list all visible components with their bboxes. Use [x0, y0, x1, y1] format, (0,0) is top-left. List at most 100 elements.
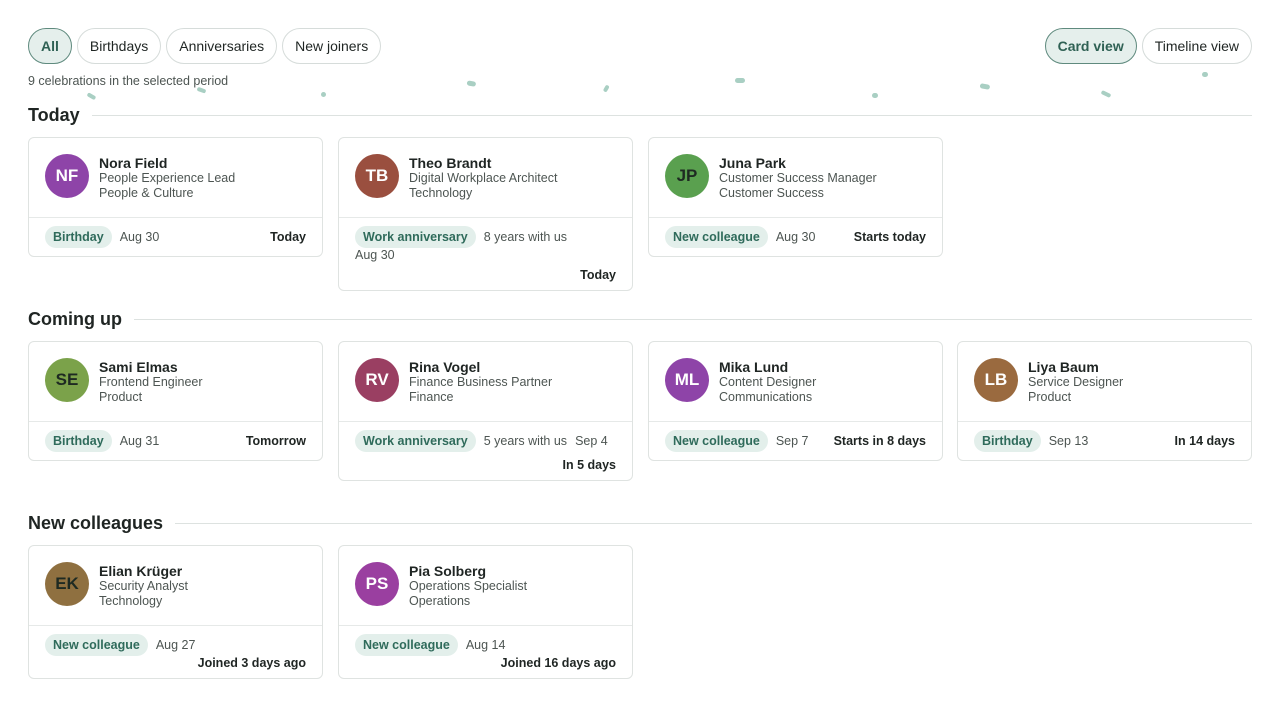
- relative-time: Today: [580, 268, 616, 282]
- section-header-new-colleagues: New colleagues: [28, 511, 1252, 535]
- celebration-date: Aug 14: [465, 638, 506, 652]
- person-info: Juna Park Customer Success Manager Custome…: [719, 154, 877, 217]
- filter-new-joiners[interactable]: New joiners: [282, 28, 382, 64]
- section-header-today: Today: [28, 103, 1252, 127]
- confetti-piece: [87, 93, 96, 100]
- card-view-button[interactable]: Card view: [1044, 28, 1137, 64]
- person-name: Liya Baum: [1028, 359, 1099, 375]
- person-info: Theo Brandt Digital Workplace Architect Te…: [409, 154, 557, 217]
- timeline-view-button[interactable]: Timeline view: [1141, 28, 1252, 64]
- person-department: People & Culture: [99, 186, 194, 200]
- card-header: EK Elian Krüger Security Analyst Technology: [29, 546, 322, 626]
- confetti-piece: [1101, 90, 1111, 98]
- celebration-date: Aug 30: [775, 230, 816, 244]
- card-footer: Birthday Sep 13 In 14 days: [958, 422, 1251, 460]
- relative-time: In 14 days: [1174, 434, 1235, 448]
- celebration-date: Sep 13: [1048, 434, 1089, 448]
- person-name: Pia Solberg: [409, 563, 487, 579]
- person-info: Liya Baum Service Designer Product: [1028, 358, 1123, 421]
- toolbar: All Birthdays Anniversaries New joiners …: [28, 28, 1252, 64]
- section-header-coming-up: Coming up: [28, 307, 1252, 331]
- celebration-date: Aug 27: [155, 638, 196, 652]
- celebration-card[interactable]: SE Sami Elmas Frontend Engineer Product Birt…: [28, 341, 323, 461]
- person-info: Mika Lund Content Designer Communications: [719, 358, 816, 421]
- person-info: Pia Solberg Operations Specialist Operatio…: [409, 562, 527, 625]
- avatar: PS: [355, 562, 399, 606]
- card-header: ML Mika Lund Content Designer Communication…: [649, 342, 942, 422]
- person-name: Rina Vogel: [409, 359, 481, 375]
- celebration-date: Aug 30: [119, 230, 160, 244]
- filter-birthdays[interactable]: Birthdays: [76, 28, 162, 64]
- person-department: Finance: [409, 390, 454, 404]
- card-header: PS Pia Solberg Operations Specialist Operat…: [339, 546, 632, 626]
- person-role: Finance Business Partner: [409, 375, 553, 389]
- celebration-date: Sep 7: [775, 434, 809, 448]
- card-footer: New colleague Aug 30 Starts today: [649, 218, 942, 256]
- card-header: TB Theo Brandt Digital Workplace Architect…: [339, 138, 632, 218]
- celebration-type-badge: Birthday: [45, 226, 112, 248]
- person-info: Nora Field People Experience Lead People &…: [99, 154, 235, 217]
- relative-time: Tomorrow: [245, 434, 306, 448]
- relative-time: Today: [270, 230, 306, 244]
- person-name: Theo Brandt: [409, 155, 492, 171]
- section-divider: [175, 522, 1252, 524]
- celebration-type-badge: Work anniversary: [355, 430, 476, 452]
- section-title: New colleagues: [28, 512, 164, 533]
- card-footer: Work anniversary 5 years with us Sep 4 In 5…: [339, 422, 632, 480]
- avatar: EK: [45, 562, 89, 606]
- filter-anniversaries[interactable]: Anniversaries: [166, 28, 278, 64]
- avatar: NF: [45, 154, 89, 198]
- celebration-card[interactable]: LB Liya Baum Service Designer Product Birthd…: [957, 341, 1252, 461]
- card-footer: Work anniversary 8 years with us Aug 30 Tod…: [339, 218, 632, 290]
- person-name: Mika Lund: [719, 359, 789, 375]
- filter-group: All Birthdays Anniversaries New joiners: [28, 28, 382, 64]
- person-role: Digital Workplace Architect: [409, 171, 558, 185]
- celebration-count: 9 celebrations in the selected period: [28, 74, 229, 88]
- section-title: Coming up: [28, 308, 122, 329]
- person-name: Sami Elmas: [99, 359, 178, 375]
- avatar: JP: [665, 154, 709, 198]
- section-divider: [133, 318, 1252, 320]
- confetti-piece: [321, 92, 326, 97]
- celebration-date: Aug 31: [119, 434, 160, 448]
- celebration-card[interactable]: PS Pia Solberg Operations Specialist Operat…: [338, 545, 633, 679]
- person-department: Product: [99, 390, 143, 404]
- celebration-card[interactable]: NF Nora Field People Experience Lead People…: [28, 137, 323, 257]
- celebration-card[interactable]: RV Rina Vogel Finance Business Partner Fina…: [338, 341, 633, 481]
- person-info: Sami Elmas Frontend Engineer Product: [99, 358, 203, 421]
- confetti-piece: [603, 85, 609, 92]
- avatar: ML: [665, 358, 709, 402]
- confetti-piece: [1202, 72, 1208, 77]
- person-role: Service Designer: [1028, 375, 1124, 389]
- relative-time: Joined 3 days ago: [197, 656, 306, 670]
- celebration-date: Sep 4: [575, 434, 608, 448]
- relative-time: In 5 days: [562, 458, 617, 472]
- card-header: RV Rina Vogel Finance Business Partner Fina…: [339, 342, 632, 422]
- avatar: SE: [45, 358, 89, 402]
- person-role: People Experience Lead: [99, 171, 236, 185]
- person-role: Frontend Engineer: [99, 375, 203, 389]
- section-title: Today: [28, 104, 80, 125]
- confetti-piece: [466, 80, 476, 87]
- celebration-date: Aug 30: [355, 248, 395, 262]
- person-role: Customer Success Manager: [719, 171, 877, 185]
- filter-all[interactable]: All: [28, 28, 72, 64]
- celebration-type-badge: New colleague: [665, 430, 768, 452]
- celebration-card[interactable]: JP Juna Park Customer Success Manager Custo…: [648, 137, 943, 257]
- person-department: Customer Success: [719, 186, 824, 200]
- person-name: Elian Krüger: [99, 563, 183, 579]
- celebration-type-badge: New colleague: [355, 634, 458, 656]
- celebration-card[interactable]: ML Mika Lund Content Designer Communication…: [648, 341, 943, 461]
- tenure-text: 8 years with us: [483, 230, 568, 244]
- celebration-type-badge: New colleague: [45, 634, 148, 656]
- confetti-piece: [872, 93, 878, 98]
- avatar: LB: [974, 358, 1018, 402]
- card-footer: New colleague Aug 27 Joined 3 days ago: [29, 626, 322, 678]
- view-switcher: Card view Timeline view: [1044, 28, 1252, 64]
- celebration-type-badge: New colleague: [665, 226, 768, 248]
- celebration-card[interactable]: TB Theo Brandt Digital Workplace Architect…: [338, 137, 633, 291]
- card-footer: Birthday Aug 30 Today: [29, 218, 322, 256]
- section-divider: [91, 114, 1252, 116]
- celebration-card[interactable]: EK Elian Krüger Security Analyst Technology…: [28, 545, 323, 679]
- person-department: Product: [1028, 390, 1072, 404]
